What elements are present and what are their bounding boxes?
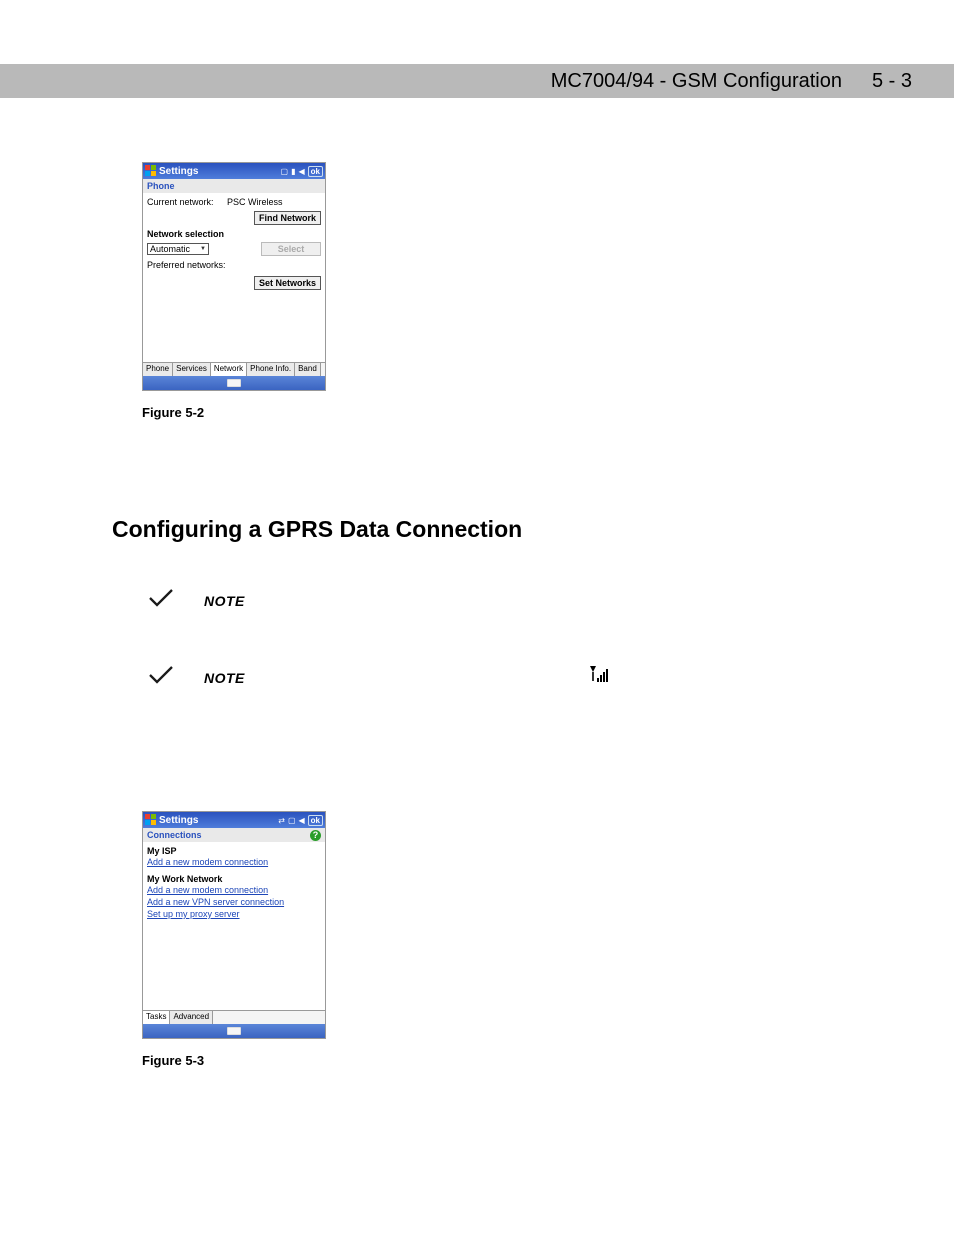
work-add-vpn-link[interactable]: Add a new VPN server connection [147,896,321,908]
note-label: NOTE [204,670,245,686]
my-isp-heading: My ISP [147,846,321,856]
current-network-value: PSC Wireless [227,197,283,207]
connectivity-icon: ⇄ [278,816,285,825]
my-work-heading: My Work Network [147,874,321,884]
tool-header: Phone [143,179,325,193]
current-network-label: Current network: [147,197,227,207]
section-heading: Configuring a GPRS Data Connection [112,516,894,543]
signal-icon: ▮ [291,167,295,176]
network-selection-heading: Network selection [147,229,321,239]
window-titlebar: Settings ⇄ ▢ ◀ ok [143,812,325,828]
tab-phone-info[interactable]: Phone Info. [247,363,295,376]
titlebar-label: Settings [159,166,198,177]
preferred-networks-label: Preferred networks: [147,260,321,270]
work-add-modem-link[interactable]: Add a new modem connection [147,884,321,896]
tab-bar: Phone Services Network Phone Info. Band [143,362,325,376]
note-block: NOTE [148,664,894,691]
select-button: Select [261,242,321,256]
tab-phone[interactable]: Phone [143,363,173,376]
header-page-number: 5 - 3 [872,70,912,93]
header-title: MC7004/94 - GSM Configuration [551,70,842,93]
tool-header: Connections ? [143,828,325,842]
start-menu[interactable]: Settings [145,165,198,177]
figure-caption: Figure 5-2 [142,405,894,420]
set-networks-button[interactable]: Set Networks [254,276,321,290]
screenshot-phone-settings: Settings ▢ ▮ ◀ ok Phone Current network: [142,162,326,391]
window-titlebar: Settings ▢ ▮ ◀ ok [143,163,325,179]
start-menu[interactable]: Settings [145,814,198,826]
windows-flag-icon [145,165,157,177]
tab-services[interactable]: Services [173,363,211,376]
keyboard-icon[interactable] [227,379,241,387]
ok-button[interactable]: ok [308,166,323,177]
tab-band[interactable]: Band [295,363,321,376]
sip-bar [143,376,325,390]
tab-tasks[interactable]: Tasks [143,1011,170,1024]
tab-advanced[interactable]: Advanced [170,1011,213,1024]
note-block: NOTE [148,587,894,614]
checkmark-icon [148,587,174,614]
work-proxy-link[interactable]: Set up my proxy server [147,908,321,920]
find-network-button[interactable]: Find Network [254,211,321,225]
tab-bar: Tasks Advanced [143,1010,325,1024]
status-icon: ▢ [281,167,289,176]
keyboard-icon[interactable] [227,1027,241,1035]
isp-add-modem-link[interactable]: Add a new modem connection [147,856,321,868]
network-card-icon: ▢ [288,816,296,825]
note-label: NOTE [204,593,245,609]
volume-icon: ◀ [299,816,305,825]
help-icon[interactable]: ? [310,830,321,841]
tab-network[interactable]: Network [211,363,247,376]
ok-button[interactable]: ok [308,815,323,826]
windows-flag-icon [145,814,157,826]
volume-icon: ◀ [299,167,305,176]
titlebar-label: Settings [159,815,198,826]
checkmark-icon [148,664,174,691]
screenshot-connections: Settings ⇄ ▢ ◀ ok Connections ? My ISP A… [142,811,326,1039]
network-selection-dropdown[interactable]: Automatic [147,243,209,255]
sip-bar [143,1024,325,1038]
figure-caption: Figure 5-3 [142,1053,894,1068]
antenna-signal-icon [587,666,609,689]
page-header: MC7004/94 - GSM Configuration 5 - 3 [0,64,954,98]
